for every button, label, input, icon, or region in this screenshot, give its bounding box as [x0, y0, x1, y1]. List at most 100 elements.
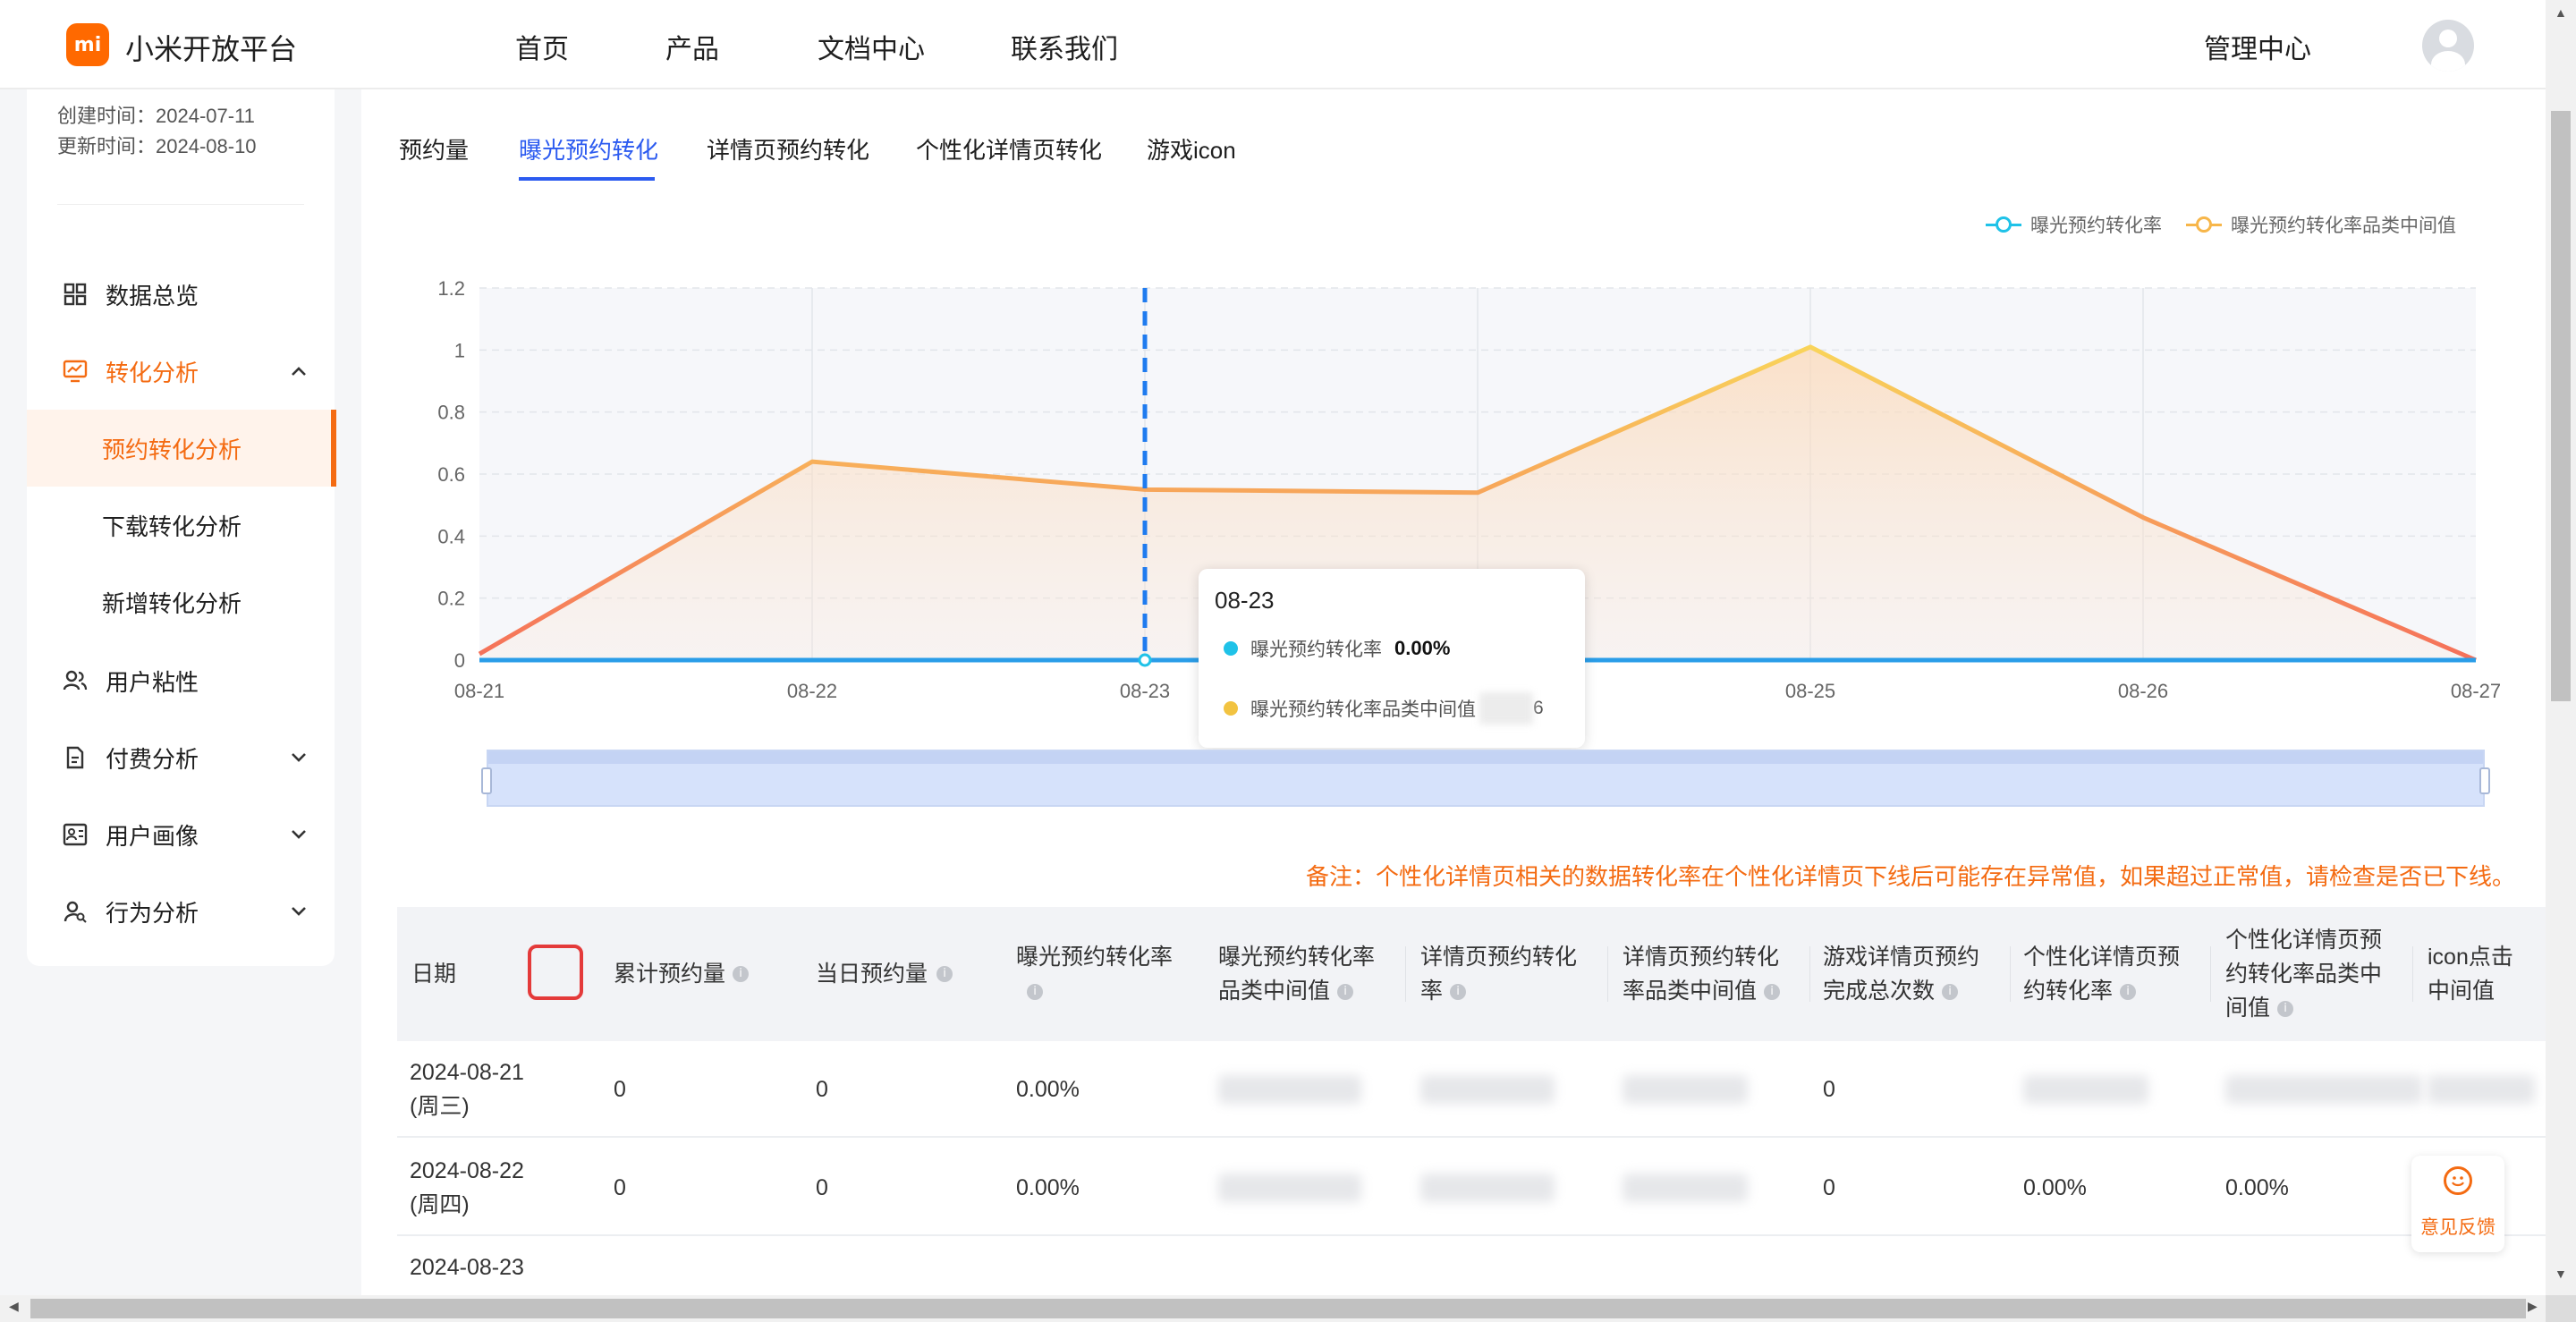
col-header-detail-median[interactable]: 详情页预约转化 率品类中间值 i [1623, 907, 1810, 1041]
header-text: 完成总次数 [1823, 979, 1936, 1004]
cell-exposure-rate: 0.00% [1016, 1175, 1080, 1200]
slider-handle-left[interactable] [481, 767, 492, 794]
brand-name[interactable]: 小米开放平台 [125, 27, 297, 68]
header-text: 详情页预约转化 [1623, 945, 1780, 970]
cell-redacted [1218, 1041, 1361, 1138]
header-text: 间值 [2225, 996, 2271, 1021]
header-text: 个性化详情页预 [2225, 928, 2383, 953]
feedback-button[interactable]: 意见反馈 [2411, 1156, 2504, 1252]
x-tick-label: 08-26 [2118, 680, 2168, 702]
sidebar-divider [57, 204, 304, 205]
column-separator [1405, 946, 1406, 1002]
slider-track [488, 751, 2483, 764]
x-tick-label: 08-27 [2451, 680, 2501, 702]
info-icon[interactable]: i [1764, 984, 1781, 1001]
avatar-head-shape [2439, 30, 2457, 47]
monitor-chart-icon [63, 359, 88, 384]
tooltip-row-2: 曝光预约转化率品类中间值 6 [1224, 692, 1544, 725]
tooltip-dot [1224, 641, 1238, 656]
scroll-down-arrow-icon[interactable]: ▼ [2555, 1267, 2567, 1281]
user-avatar[interactable] [2422, 20, 2474, 72]
date-text: 2024-08-21 [410, 1060, 524, 1085]
chevron-down-icon [290, 900, 308, 923]
person-search-icon [63, 899, 88, 924]
cell-redacted [2225, 1041, 2422, 1138]
sidebar-item-label: 行为分析 [106, 899, 199, 927]
avatar-body-shape [2431, 51, 2465, 72]
feedback-label: 意见反馈 [2420, 1217, 2496, 1238]
sidebar-item-reservation-conversion[interactable]: 预约转化分析 [27, 410, 336, 487]
y-tick-label: 1 [454, 339, 465, 361]
info-icon[interactable]: i [1027, 984, 1043, 1001]
sidebar-item-user-stickiness[interactable]: 用户粘性 [27, 642, 335, 719]
chart-range-slider[interactable] [481, 750, 2490, 807]
grid-icon [63, 282, 88, 307]
info-icon[interactable]: i [1337, 984, 1354, 1001]
x-tick-label: 08-21 [454, 680, 504, 702]
cell-redacted [1420, 1041, 1555, 1138]
col-header-personalized-median[interactable]: 个性化详情页预 约转化率品类中 间值 i [2225, 907, 2413, 1041]
horizontal-scroll-thumb[interactable] [30, 1299, 2526, 1318]
sidebar-item-download-conversion[interactable]: 下载转化分析 [27, 487, 335, 564]
series-1-point [1138, 653, 1152, 667]
cell-cumulative: 0 [614, 1175, 626, 1200]
sidebar-item-label: 新增转化分析 [102, 589, 242, 617]
sidebar-item-label: 用户粘性 [106, 668, 199, 696]
col-header-cumulative[interactable]: 累计预约量 i [614, 907, 801, 1041]
scroll-right-arrow-icon[interactable]: ▶ [2528, 1299, 2538, 1314]
nav-products[interactable]: 产品 [665, 27, 719, 66]
tooltip-row-1: 曝光预约转化率 0.00% [1224, 635, 1450, 662]
sidebar-item-label: 用户画像 [106, 822, 199, 850]
sidebar-item-new-conversion[interactable]: 新增转化分析 [27, 564, 335, 640]
nav-contact[interactable]: 联系我们 [1011, 27, 1118, 66]
tooltip-label: 曝光预约转化率品类中间值 [1250, 699, 1476, 720]
col-header-detail-rate[interactable]: 详情页预约转化 率i [1420, 907, 1608, 1041]
tooltip-dot [1224, 701, 1238, 716]
scroll-left-arrow-icon[interactable]: ◀ [9, 1299, 19, 1314]
sidebar-item-label: 下载转化分析 [102, 513, 242, 540]
x-tick-label: 08-25 [1785, 680, 1835, 702]
info-icon[interactable]: i [2120, 984, 2137, 1001]
xiaomi-logo-icon[interactable]: mi [66, 23, 109, 66]
sidebar-item-conversion-analysis[interactable]: 转化分析 [27, 333, 335, 410]
sidebar-item-user-portrait[interactable]: 用户画像 [27, 796, 335, 873]
nav-management-center[interactable]: 管理中心 [2204, 27, 2311, 66]
column-separator [1607, 946, 1608, 1002]
date-text: 2024-08-23 [410, 1255, 524, 1280]
info-icon[interactable]: i [1942, 984, 1959, 1001]
chevron-down-icon [290, 746, 308, 769]
column-separator [2412, 946, 2413, 1002]
info-icon[interactable]: i [936, 966, 953, 982]
sidebar-item-label: 付费分析 [106, 745, 199, 773]
col-header-daily[interactable]: 当日预约量 i [816, 907, 1004, 1041]
cell-daily: 0 [816, 1077, 828, 1102]
cell-personalized-median: 0.00% [2225, 1175, 2289, 1200]
col-header-exposure-rate[interactable]: 曝光预约转化率 i [1016, 907, 1204, 1041]
vertical-scroll-thumb[interactable] [2551, 111, 2571, 701]
smile-icon [2444, 1166, 2472, 1195]
sidebar-item-label: 预约转化分析 [102, 436, 242, 463]
col-header-icon-click-median[interactable]: icon点击 中间值 [2428, 907, 2546, 1041]
tooltip-redacted-value [1479, 692, 1533, 725]
vertical-scrollbar[interactable]: ▲ ▼ [2546, 0, 2576, 1295]
header-text: 曝光预约转化率 [1218, 945, 1376, 970]
sidebar-item-data-overview[interactable]: 数据总览 [27, 256, 335, 333]
info-icon[interactable]: i [733, 966, 750, 982]
info-icon[interactable]: i [2277, 1001, 2294, 1018]
horizontal-scrollbar[interactable]: ◀ ▶ [0, 1295, 2546, 1322]
nav-home[interactable]: 首页 [515, 27, 569, 66]
col-header-personalized-rate[interactable]: 个性化详情页预 约转化率 i [2023, 907, 2211, 1041]
tooltip-value-suffix: 6 [1533, 698, 1544, 718]
info-icon[interactable]: i [1450, 984, 1467, 1001]
nav-docs[interactable]: 文档中心 [818, 27, 925, 66]
tooltip-date: 08-23 [1215, 587, 1275, 614]
table-row: 2024-08-21 (周三) 0 0 0.00% 0 [397, 1041, 2546, 1138]
scroll-up-arrow-icon[interactable]: ▲ [2555, 5, 2567, 20]
col-header-exposure-median[interactable]: 曝光预约转化率 品类中间值 i [1218, 907, 1406, 1041]
header-text: icon点击 [2428, 945, 2513, 970]
slider-handle-right[interactable] [2479, 767, 2490, 794]
sidebar-item-behavior-analysis[interactable]: 行为分析 [27, 873, 335, 950]
col-header-detail-total[interactable]: 游戏详情页预约 完成总次数 i [1823, 907, 2011, 1041]
sidebar-item-payment-analysis[interactable]: 付费分析 [27, 719, 335, 796]
cell-personalized-rate: 0.00% [2023, 1175, 2087, 1200]
